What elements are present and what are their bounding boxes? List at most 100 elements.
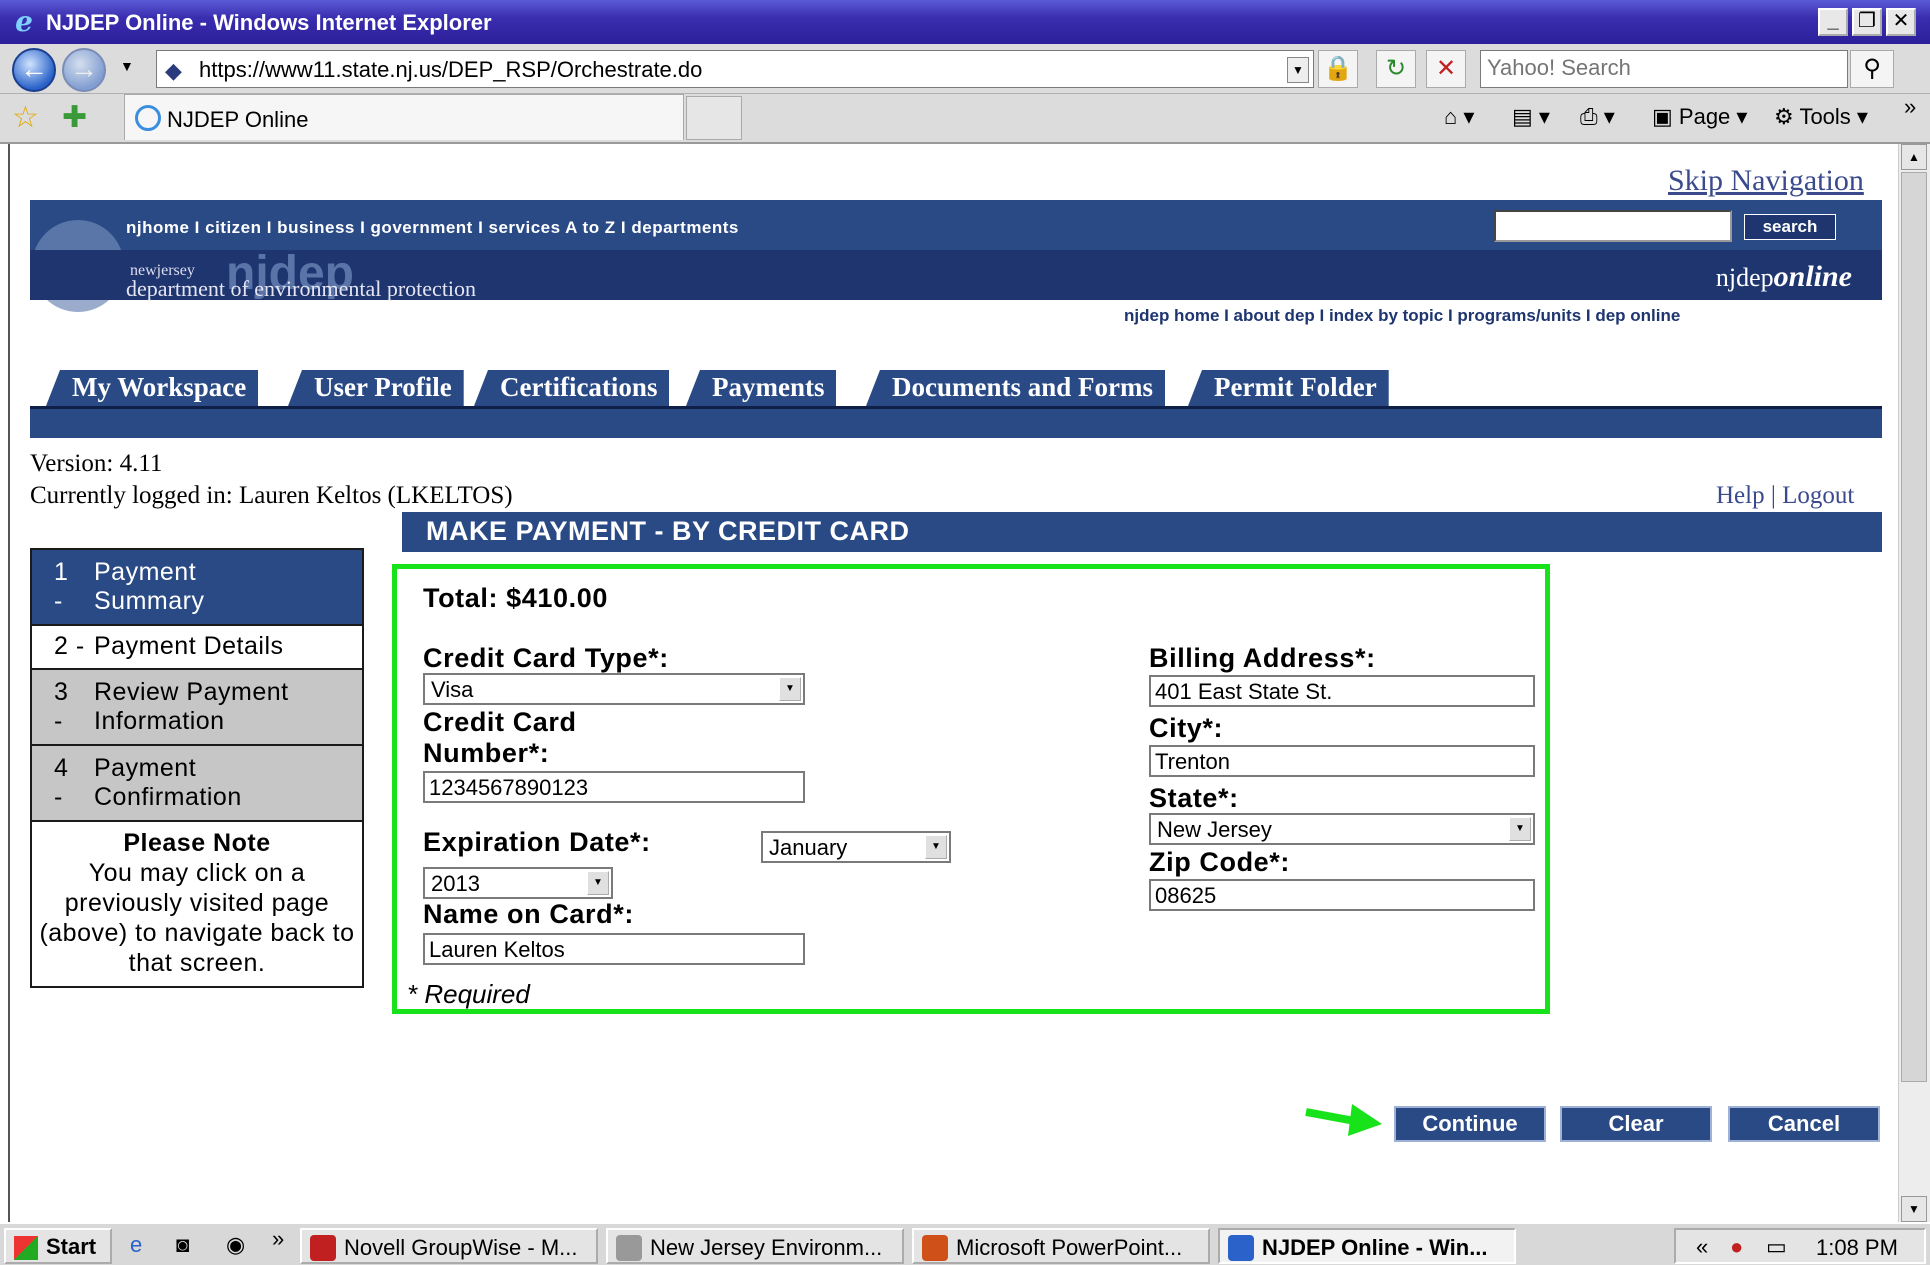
name-on-card-input[interactable]: Lauren Keltos xyxy=(423,933,805,965)
quicklaunch-ie-icon[interactable]: e xyxy=(130,1232,142,1258)
billing-address-input[interactable]: 401 East State St. xyxy=(1149,675,1535,707)
history-dropdown-icon[interactable]: ▼ xyxy=(120,58,134,74)
link-separator: | xyxy=(1770,482,1776,509)
task-powerpoint[interactable]: Microsoft PowerPoint... xyxy=(912,1228,1210,1264)
tray-monitor-icon[interactable]: ▭ xyxy=(1766,1234,1787,1260)
tray-globe-icon[interactable]: ● xyxy=(1730,1234,1743,1260)
tools-menu[interactable]: ⚙ Tools ▾ xyxy=(1774,104,1868,130)
add-favorites-icon[interactable]: ✚ xyxy=(62,100,87,135)
address-bar[interactable]: ◆ https://www11.state.nj.us/DEP_RSP/Orch… xyxy=(156,50,1314,88)
scroll-up-icon[interactable]: ▲ xyxy=(1901,144,1927,170)
step-payment-confirmation: 4 - Payment Confirmation xyxy=(30,744,364,820)
card-type-select[interactable]: Visa ▼ xyxy=(423,673,805,705)
credit-card-form: Total: $410.00 Credit Card Type*: Visa ▼ … xyxy=(392,564,1550,1014)
home-icon[interactable]: ⌂ ▾ xyxy=(1444,104,1474,130)
green-arrow-icon xyxy=(1305,1104,1382,1136)
page-viewport: Skip Navigation njhome I citizen I busin… xyxy=(8,144,1898,1222)
document-icon xyxy=(616,1235,642,1261)
quicklaunch-more-icon[interactable]: » xyxy=(272,1226,284,1252)
step-payment-details: 2 - Payment Details xyxy=(30,624,364,668)
url-text: https://www11.state.nj.us/DEP_RSP/Orches… xyxy=(199,57,703,82)
close-window-button[interactable]: ✕ xyxy=(1886,8,1916,36)
groupwise-icon xyxy=(310,1235,336,1261)
expiration-month-select[interactable]: January ▼ xyxy=(761,831,951,863)
stop-icon[interactable]: ✕ xyxy=(1426,50,1466,88)
clear-button[interactable]: Clear xyxy=(1560,1106,1712,1142)
card-number-label: Credit Card Number*: xyxy=(423,707,577,768)
quicklaunch-outlook-icon[interactable]: ◙ xyxy=(176,1232,189,1258)
new-tab-button[interactable] xyxy=(686,96,742,140)
feeds-icon[interactable]: ▤ ▾ xyxy=(1512,104,1550,130)
chevron-down-icon: ▼ xyxy=(587,871,609,895)
vertical-scrollbar[interactable]: ▲ ▼ xyxy=(1898,144,1930,1222)
minimize-button[interactable]: _ xyxy=(1818,8,1848,36)
card-type-label: Credit Card Type*: xyxy=(423,643,669,673)
version-text: Version: 4.11 xyxy=(30,450,163,477)
chevron-more-icon[interactable]: » xyxy=(1904,94,1916,120)
browser-tab-njdep[interactable]: NJDEP Online xyxy=(124,94,684,140)
tab-user-profile[interactable]: User Profile xyxy=(288,370,464,406)
refresh-icon[interactable]: ↻ xyxy=(1376,50,1416,88)
tab-payments[interactable]: Payments xyxy=(686,370,837,406)
start-button[interactable]: Start xyxy=(4,1228,112,1264)
expiration-date-label: Expiration Date*: xyxy=(423,827,651,857)
forward-button[interactable]: → xyxy=(62,48,106,92)
scroll-down-icon[interactable]: ▼ xyxy=(1901,1196,1927,1222)
card-number-input[interactable]: 1234567890123 xyxy=(423,771,805,803)
internet-explorer-icon xyxy=(1228,1235,1254,1261)
note-body: You may click on a previously visited pa… xyxy=(39,859,355,977)
powerpoint-icon xyxy=(922,1235,948,1261)
cancel-button[interactable]: Cancel xyxy=(1728,1106,1880,1142)
browser-tab-label: NJDEP Online xyxy=(167,107,309,132)
skip-navigation-link[interactable]: Skip Navigation xyxy=(1668,164,1864,198)
page-loading-icon xyxy=(135,105,161,131)
internet-explorer-icon: e xyxy=(15,5,33,38)
site-search-input[interactable] xyxy=(1494,210,1732,242)
logged-in-text: Currently logged in: Lauren Keltos (LKEL… xyxy=(30,482,513,509)
chevron-down-icon: ▼ xyxy=(779,677,801,701)
city-label: City*: xyxy=(1149,713,1224,743)
nj-top-links[interactable]: njhome I citizen I business I government… xyxy=(126,218,739,238)
department-name: department of environmental protection xyxy=(126,276,477,301)
scrollbar-thumb[interactable] xyxy=(1901,172,1927,1082)
yahoo-search-input[interactable] xyxy=(1481,51,1841,85)
print-icon[interactable]: ⎙ ▾ xyxy=(1580,104,1615,130)
help-logout-links: Help | Logout xyxy=(1716,482,1854,510)
tab-documents-and-forms[interactable]: Documents and Forms xyxy=(866,370,1165,406)
state-select[interactable]: New Jersey ▼ xyxy=(1149,813,1535,845)
page-menu[interactable]: ▣ Page ▾ xyxy=(1652,104,1747,130)
quicklaunch-media-icon[interactable]: ◉ xyxy=(226,1232,245,1258)
city-input[interactable]: Trenton xyxy=(1149,745,1535,777)
help-link[interactable]: Help xyxy=(1716,482,1765,509)
step-payment-summary[interactable]: 1 - Payment Summary xyxy=(30,548,364,624)
tab-my-workspace[interactable]: My Workspace xyxy=(46,370,259,406)
dep-links[interactable]: njdep home I about dep I index by topic … xyxy=(1124,306,1680,326)
chevron-down-icon: ▼ xyxy=(1509,817,1531,841)
tab-certifications[interactable]: Certifications xyxy=(474,370,670,406)
total-amount: Total: $410.00 xyxy=(423,583,608,613)
search-icon[interactable]: ⚲ xyxy=(1850,50,1894,88)
logout-link[interactable]: Logout xyxy=(1782,482,1854,509)
tab-toolbar: ☆ ✚ NJDEP Online ⌂ ▾ ▤ ▾ ⎙ ▾ ▣ Page ▾ ⚙ … xyxy=(0,94,1930,144)
back-button[interactable]: ← xyxy=(12,48,56,92)
expiration-year-select[interactable]: 2013 ▼ xyxy=(423,867,613,899)
chevron-down-icon: ▼ xyxy=(925,835,947,859)
page-heading: MAKE PAYMENT - BY CREDIT CARD xyxy=(402,512,1882,552)
please-note-box: Please Note You may click on a previousl… xyxy=(30,820,364,988)
tray-expand-icon[interactable]: « xyxy=(1696,1234,1708,1260)
task-njdep-online[interactable]: NJDEP Online - Win... xyxy=(1218,1228,1516,1264)
task-new-jersey-environment[interactable]: New Jersey Environm... xyxy=(606,1228,904,1264)
lock-icon[interactable]: 🔒 xyxy=(1318,50,1358,88)
restore-button[interactable]: ❐ xyxy=(1852,8,1882,36)
yahoo-search-field[interactable] xyxy=(1480,50,1848,88)
clock: 1:08 PM xyxy=(1816,1235,1898,1260)
task-novell-groupwise[interactable]: Novell GroupWise - M... xyxy=(300,1228,598,1264)
tab-permit-folder[interactable]: Permit Folder xyxy=(1188,370,1389,406)
continue-button[interactable]: Continue xyxy=(1394,1106,1546,1142)
zip-code-input[interactable]: 08625 xyxy=(1149,879,1535,911)
site-search-button[interactable]: search xyxy=(1744,214,1836,240)
favorites-star-icon[interactable]: ☆ xyxy=(12,100,39,135)
address-dropdown-icon[interactable]: ▼ xyxy=(1287,57,1309,83)
required-note: * Required xyxy=(407,979,530,1009)
site-favicon-icon: ◆ xyxy=(165,58,182,83)
